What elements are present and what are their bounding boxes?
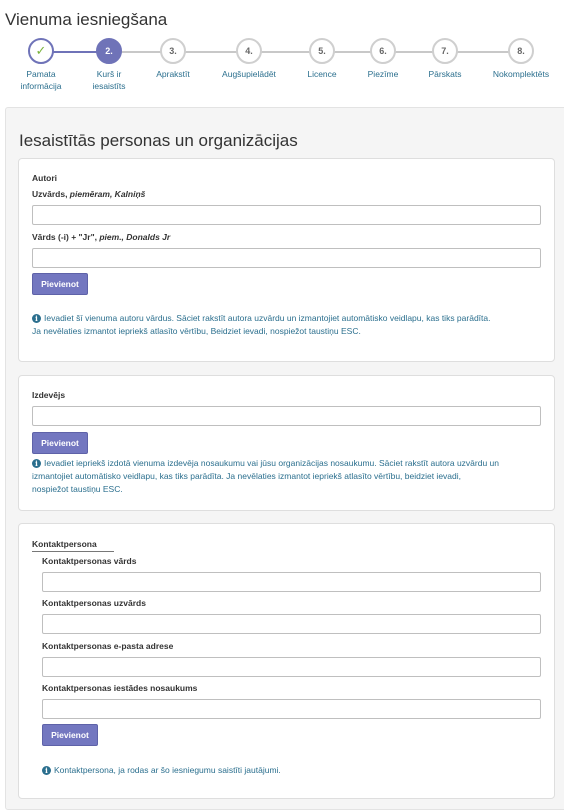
section-title: Iesaistītās personas un organizācijas [19,131,298,150]
page-title: Vienuma iesniegšana [5,10,168,29]
step-7-circle: 7. [432,38,458,64]
info-icon: i [32,314,41,323]
author-surname-input[interactable] [32,205,541,225]
step-8-label: Nokomplektēts [492,69,550,79]
contact-panel: Kontaktpersona Kontaktpersonas vārds Kon… [18,523,555,799]
contact-email-label: Kontaktpersonas e-pasta adrese [42,641,174,651]
add-author-button[interactable]: Pievienot [32,273,88,295]
add-publisher-button[interactable]: Pievienot [32,432,88,454]
given-name-label: Vārds (-i) + "Jr", piem., Donalds Jr [32,232,171,242]
contact-help: i Kontaktpersona, ja rodas ar šo iesniegu… [42,764,547,777]
contact-first-name-label: Kontaktpersonas vārds [42,556,137,566]
authors-help: i Ievadiet šī vienuma autoru vārdus. Sāci… [32,313,491,336]
publisher-input[interactable] [32,406,541,426]
publisher-label: Izdevējs [32,390,66,400]
author-given-name-input[interactable] [32,248,541,268]
contact-last-name-label: Kontaktpersonas uzvārds [42,598,146,608]
step-1-check-icon: ✓ [28,38,54,64]
step-5-circle: 5. [309,38,335,64]
contact-email-input[interactable] [42,657,541,677]
progress-stepper: ✓ Pamata informācija 2. Kurš ir iesaistīts… [0,38,564,98]
step-8[interactable]: 8. Nokomplektēts [481,38,561,80]
step-3[interactable]: 3. Aprakstīt [133,38,213,80]
step-7-label: Pārskats [428,69,462,79]
publisher-panel: Izdevējs Pievienot i Ievadiet iepriekš iz… [18,375,555,511]
authors-panel: Autori Uzvārds, piemēram, Kalniņš Vārds … [18,158,555,362]
info-icon: i [32,459,41,468]
contact-institution-label: Kontaktpersonas iestādes nosaukums [42,683,198,693]
contact-legend-underline [32,551,114,552]
step-2-circle: 2. [96,38,122,64]
surname-label: Uzvārds, piemēram, Kalniņš [32,189,146,199]
step-4-circle: 4. [236,38,262,64]
step-3-label: Aprakstīt [156,69,190,79]
contact-first-name-input[interactable] [42,572,541,592]
step-7[interactable]: 7. Pārskats [405,38,485,80]
step-6-circle: 6. [370,38,396,64]
step-8-circle: 8. [508,38,534,64]
contact-legend: Kontaktpersona [32,539,97,549]
step-4[interactable]: 4. Augšupielādēt [209,38,289,80]
step-3-circle: 3. [160,38,186,64]
info-icon: i [42,766,51,775]
contact-institution-input[interactable] [42,699,541,719]
publisher-help: i Ievadiet iepriekš izdotā vienuma izdevē… [32,458,499,494]
add-contact-button[interactable]: Pievienot [42,724,98,746]
authors-legend: Autori [32,173,58,183]
step-4-label: Augšupielādēt [222,69,276,79]
contact-last-name-input[interactable] [42,614,541,634]
